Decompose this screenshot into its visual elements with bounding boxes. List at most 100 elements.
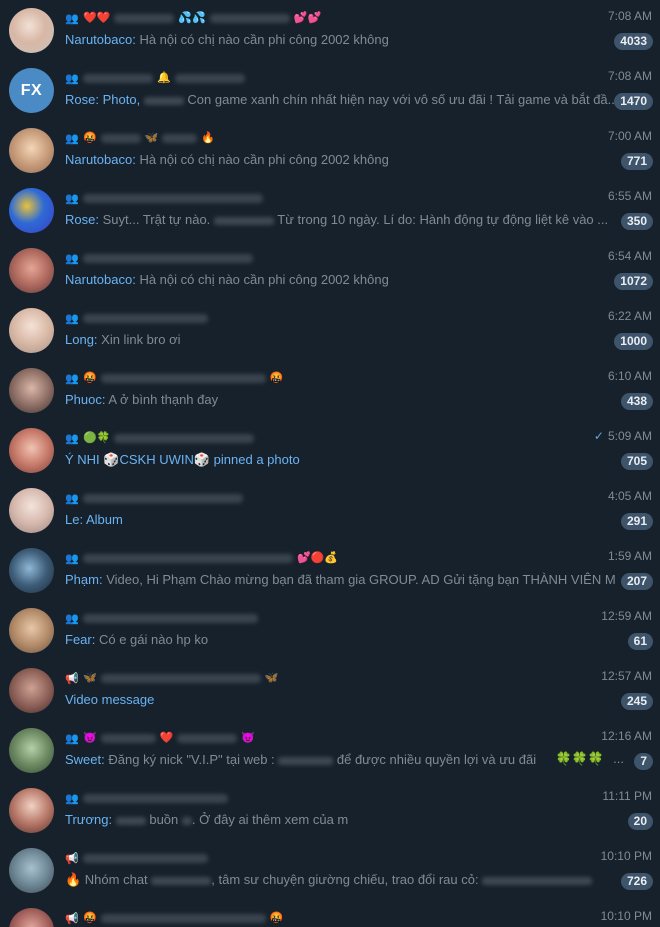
unread-badge: 20 bbox=[627, 813, 653, 830]
blurred-text bbox=[213, 216, 274, 225]
avatar-initials: FX bbox=[20, 81, 43, 99]
chat-row[interactable]: 👥 ❤️❤️ 💦💦 💕💕 7:08 AM Narutobaco: Hà nội … bbox=[0, 0, 660, 60]
avatar bbox=[9, 128, 54, 173]
message-text: Đăng ký nick "V.I.P" tại web : bbox=[108, 752, 279, 767]
chat-row[interactable]: 👥 🤬 🤬 6:10 AM Phuoc: A ở bình thạnh đay … bbox=[0, 360, 660, 420]
group-icon: 👥 bbox=[65, 312, 79, 325]
blurred-text bbox=[115, 816, 146, 825]
title-emoji: 🔔 bbox=[157, 71, 171, 84]
blurred-title bbox=[83, 253, 253, 263]
blurred-title bbox=[174, 73, 245, 83]
message-text: Con game xanh chín nhất hiện nay với vô … bbox=[187, 92, 616, 107]
time-text: 10:10 PM bbox=[600, 909, 652, 923]
blurred-text bbox=[278, 756, 334, 765]
unread-badge: 1072 bbox=[614, 273, 653, 290]
title-emoji: 🤬 bbox=[83, 131, 97, 144]
chat-row[interactable]: 📢 🤬 🤬 10:10 PM bbox=[0, 900, 660, 927]
time-text: 6:22 AM bbox=[607, 309, 652, 323]
chat-time: 6:10 AM bbox=[608, 369, 652, 383]
chat-time: 4:05 AM bbox=[608, 489, 652, 503]
chat-row[interactable]: 📢 10:10 PM 🔥 Nhóm chat , tâm sư chuyện g… bbox=[0, 840, 660, 900]
sender-separator: : bbox=[91, 632, 99, 647]
sender-name: Long bbox=[65, 332, 94, 347]
message-text: , tâm sư chuyện giường chiếu, trao đổi r… bbox=[211, 872, 483, 887]
avatar bbox=[9, 908, 54, 927]
time-text: 7:00 AM bbox=[607, 129, 652, 143]
chat-preview: Narutobaco: Hà nội có chị nào cần phi cô… bbox=[65, 271, 616, 289]
avatar bbox=[9, 188, 54, 233]
title-emoji: 💦💦 bbox=[178, 11, 206, 24]
chat-row[interactable]: 👥 😈 ❤️ 😈 12:16 AM Sweet: Đăng ký nick "V… bbox=[0, 720, 660, 780]
title-emoji: 🟢🍀 bbox=[83, 431, 111, 444]
group-icon: 👥 bbox=[65, 72, 79, 85]
message-prefix: Photo, bbox=[102, 92, 144, 107]
title-emoji: 🦋 bbox=[264, 671, 279, 684]
chat-row[interactable]: 👥 🟢🍀 ✓ 5:09 AM Ý NHI 🎲CSKH UWIN🎲 pinned a… bbox=[0, 420, 660, 480]
time-text: 7:08 AM bbox=[607, 69, 652, 83]
message-text: Hà nội có chị nào cần phi công 2002 khôn… bbox=[139, 32, 389, 47]
chat-title: 📢 🤬 🤬 bbox=[65, 910, 485, 926]
chat-time: ✓ 5:09 AM bbox=[594, 429, 652, 443]
title-emoji: ❤️ bbox=[159, 731, 174, 744]
chat-time: 7:08 AM bbox=[608, 69, 652, 83]
chat-row[interactable]: 👥 6:22 AM Long: Xin link bro ơi 1000 bbox=[0, 300, 660, 360]
chat-title: 👥 🤬 🤬 bbox=[65, 370, 485, 386]
avatar bbox=[9, 308, 54, 353]
message-text: pinned a photo bbox=[213, 452, 300, 467]
title-emoji: 😈 bbox=[83, 731, 97, 744]
group-icon: 👥 bbox=[65, 732, 79, 745]
chat-row[interactable]: 📢 🦋 🦋 12:57 AM Video message 245 bbox=[0, 660, 660, 720]
chat-row[interactable]: 👥 💕🔴💰 1:59 AM Phạm: Video, Hi Phạm Chào … bbox=[0, 540, 660, 600]
message-text: A ở bình thạnh đay bbox=[108, 392, 219, 407]
unread-badge: 1470 bbox=[614, 93, 653, 110]
chat-row[interactable]: 👥 6:55 AM Rose: Suyt... Trật tự nào. Từ … bbox=[0, 180, 660, 240]
message-prefix: Suyt... Trật tự nào. bbox=[102, 212, 214, 227]
time-text: 11:11 PM bbox=[602, 789, 652, 803]
blurred-text bbox=[482, 876, 593, 885]
message-text: buồn bbox=[149, 812, 182, 827]
unread-badge: 7 bbox=[634, 753, 653, 770]
blurred-title bbox=[114, 13, 175, 23]
blurred-title bbox=[162, 133, 198, 143]
chat-time: 11:11 PM bbox=[602, 789, 652, 803]
unread-badge: 705 bbox=[620, 453, 653, 470]
chat-row[interactable]: 👥 🤬 🦋 🔥 7:00 AM Narutobaco: Hà nội có ch… bbox=[0, 120, 660, 180]
time-text: 12:57 AM bbox=[601, 669, 652, 683]
chat-time: 6:54 AM bbox=[608, 249, 652, 263]
group-icon: 👥 bbox=[65, 792, 79, 805]
chat-preview: Narutobaco: Hà nội có chị nào cần phi cô… bbox=[65, 31, 616, 49]
group-icon: 👥 bbox=[65, 552, 79, 565]
title-emoji: 🤬 bbox=[269, 911, 284, 924]
message-text: Video message bbox=[65, 692, 155, 707]
time-text: 12:16 AM bbox=[601, 729, 652, 743]
chat-preview: 🔥 Nhóm chat , tâm sư chuyện giường chiếu… bbox=[65, 871, 616, 889]
title-emoji: 😈 bbox=[241, 731, 256, 744]
chat-row[interactable]: FX 👥 🔔 7:08 AM Rose: Photo, Con game xan… bbox=[0, 60, 660, 120]
time-text: 6:54 AM bbox=[607, 249, 652, 263]
chat-title: 👥 😈 ❤️ 😈 bbox=[65, 730, 485, 746]
blurred-title bbox=[177, 733, 238, 743]
group-icon: 👥 bbox=[65, 192, 79, 205]
chat-title: 📢 bbox=[65, 850, 485, 866]
sender-name: Trương bbox=[65, 812, 109, 827]
chat-row[interactable]: 👥 12:59 AM Fear: Có e gái nào hp ko 61 bbox=[0, 600, 660, 660]
chat-preview: Fear: Có e gái nào hp ko bbox=[65, 631, 616, 649]
time-text: 6:10 AM bbox=[607, 369, 652, 383]
chat-preview: Sweet: Đăng ký nick "V.I.P" tại web : để… bbox=[65, 751, 550, 769]
blurred-text bbox=[151, 876, 212, 885]
avatar bbox=[9, 788, 54, 833]
avatar: FX bbox=[9, 68, 54, 113]
message-text: Video, Hi Phạm Chào mừng bạn đã tham gia… bbox=[106, 572, 616, 587]
title-emoji: 🔥 bbox=[201, 131, 216, 144]
chat-row[interactable]: 👥 11:11 PM Trương: buồn . Ở đây ai thêm … bbox=[0, 780, 660, 840]
chat-time: 10:10 PM bbox=[601, 909, 652, 923]
chat-row[interactable]: 👥 4:05 AM Le: Album 291 bbox=[0, 480, 660, 540]
blurred-title bbox=[114, 433, 255, 443]
avatar bbox=[9, 428, 54, 473]
unread-badge: 350 bbox=[620, 213, 653, 230]
sender-name: Narutobaco bbox=[65, 152, 133, 167]
chat-row[interactable]: 👥 6:54 AM Narutobaco: Hà nội có chị nào … bbox=[0, 240, 660, 300]
blurred-title bbox=[83, 853, 208, 863]
chat-time: 6:55 AM bbox=[608, 189, 652, 203]
chat-preview: Rose: Photo, Con game xanh chín nhất hiệ… bbox=[65, 91, 616, 109]
